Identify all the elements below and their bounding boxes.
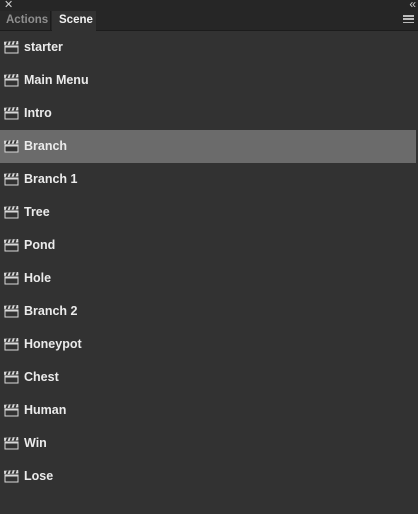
clapperboard-icon bbox=[4, 41, 19, 54]
scene-row[interactable]: Branch bbox=[0, 130, 416, 163]
scene-row[interactable]: Lose bbox=[0, 460, 418, 493]
clapperboard-icon bbox=[4, 437, 19, 450]
scene-label: Tree bbox=[24, 205, 50, 219]
scene-row[interactable]: starter bbox=[0, 31, 418, 64]
scene-label: Chest bbox=[24, 370, 59, 384]
scene-row[interactable]: Hole bbox=[0, 262, 418, 295]
scene-list: starter Main Menu Intro Branch Branch 1 Tree P… bbox=[0, 31, 418, 493]
clapperboard-icon bbox=[4, 173, 19, 186]
scene-row[interactable]: Human bbox=[0, 394, 418, 427]
scene-row[interactable]: Branch 2 bbox=[0, 295, 418, 328]
clapperboard-icon bbox=[4, 140, 19, 153]
clapperboard-icon bbox=[4, 272, 19, 285]
clapperboard-icon bbox=[4, 239, 19, 252]
scene-label: Human bbox=[24, 403, 67, 417]
tab-actions[interactable]: Actions bbox=[0, 11, 51, 30]
panel-tab-bar: Actions Scene bbox=[0, 11, 418, 31]
scene-row[interactable]: Main Menu bbox=[0, 64, 418, 97]
scene-label: Pond bbox=[24, 238, 56, 252]
scene-label: Honeypot bbox=[24, 337, 82, 351]
clapperboard-icon bbox=[4, 338, 19, 351]
collapse-panel-icon[interactable]: « bbox=[409, 0, 415, 11]
clapperboard-icon bbox=[4, 371, 19, 384]
scene-row[interactable]: Win bbox=[0, 427, 418, 460]
scene-label: Intro bbox=[24, 106, 52, 120]
scene-row[interactable]: Honeypot bbox=[0, 328, 418, 361]
scene-row[interactable]: Branch 1 bbox=[0, 163, 418, 196]
clapperboard-icon bbox=[4, 107, 19, 120]
scene-label: Branch 2 bbox=[24, 304, 78, 318]
clapperboard-icon bbox=[4, 305, 19, 318]
scene-label: Win bbox=[24, 436, 47, 450]
scene-label: Branch bbox=[24, 139, 68, 153]
scene-panel: ✕ « Actions Scene starter Main Menu Intro B… bbox=[0, 0, 418, 514]
scene-label: Lose bbox=[24, 469, 54, 483]
scene-row[interactable]: Tree bbox=[0, 196, 418, 229]
scene-row[interactable]: Pond bbox=[0, 229, 418, 262]
clapperboard-icon bbox=[4, 74, 19, 87]
scene-row[interactable]: Intro bbox=[0, 97, 418, 130]
scene-label: Branch 1 bbox=[24, 172, 78, 186]
scene-label: Hole bbox=[24, 271, 52, 285]
clapperboard-icon bbox=[4, 470, 19, 483]
clapperboard-icon bbox=[4, 404, 19, 417]
panel-menu-icon[interactable] bbox=[403, 15, 414, 25]
scene-label: Main Menu bbox=[24, 73, 89, 87]
scene-row[interactable]: Chest bbox=[0, 361, 418, 394]
clapperboard-icon bbox=[4, 206, 19, 219]
tab-scene[interactable]: Scene bbox=[52, 11, 96, 31]
panel-title-bar: ✕ « bbox=[0, 0, 418, 11]
scene-label: starter bbox=[24, 40, 63, 54]
